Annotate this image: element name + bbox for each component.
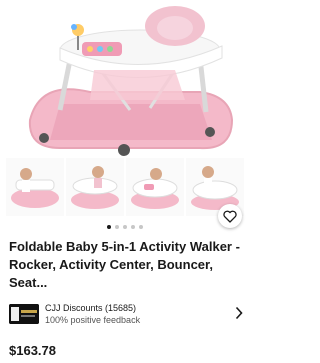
activity-walker-illustration	[28, 6, 234, 156]
chevron-right-icon	[235, 306, 243, 320]
product-main-image[interactable]	[0, 0, 250, 160]
thumbnail-3[interactable]	[126, 158, 184, 216]
thumbnail-strip	[0, 158, 250, 220]
thumbnail-1[interactable]	[6, 158, 64, 216]
seller-logo	[9, 304, 39, 324]
listing-title: Foldable Baby 5-in-1 Activity Walker - R…	[9, 239, 240, 290]
heart-icon	[223, 210, 237, 223]
seller-name: CJJ Discounts (15685)	[45, 303, 137, 313]
carousel-dot[interactable]	[131, 225, 135, 229]
seller-feedback: 100% positive feedback	[45, 315, 141, 325]
carousel-dot[interactable]	[107, 225, 111, 229]
listing-price: $163.78	[9, 343, 56, 358]
carousel-dot[interactable]	[139, 225, 143, 229]
carousel-dot[interactable]	[123, 225, 127, 229]
thumbnail-2[interactable]	[66, 158, 124, 216]
carousel-dot[interactable]	[115, 225, 119, 229]
carousel-dots	[0, 225, 250, 229]
watchlist-button[interactable]	[218, 204, 242, 228]
seller-info-row[interactable]: CJJ Discounts (15685) 100% positive feed…	[9, 302, 245, 328]
